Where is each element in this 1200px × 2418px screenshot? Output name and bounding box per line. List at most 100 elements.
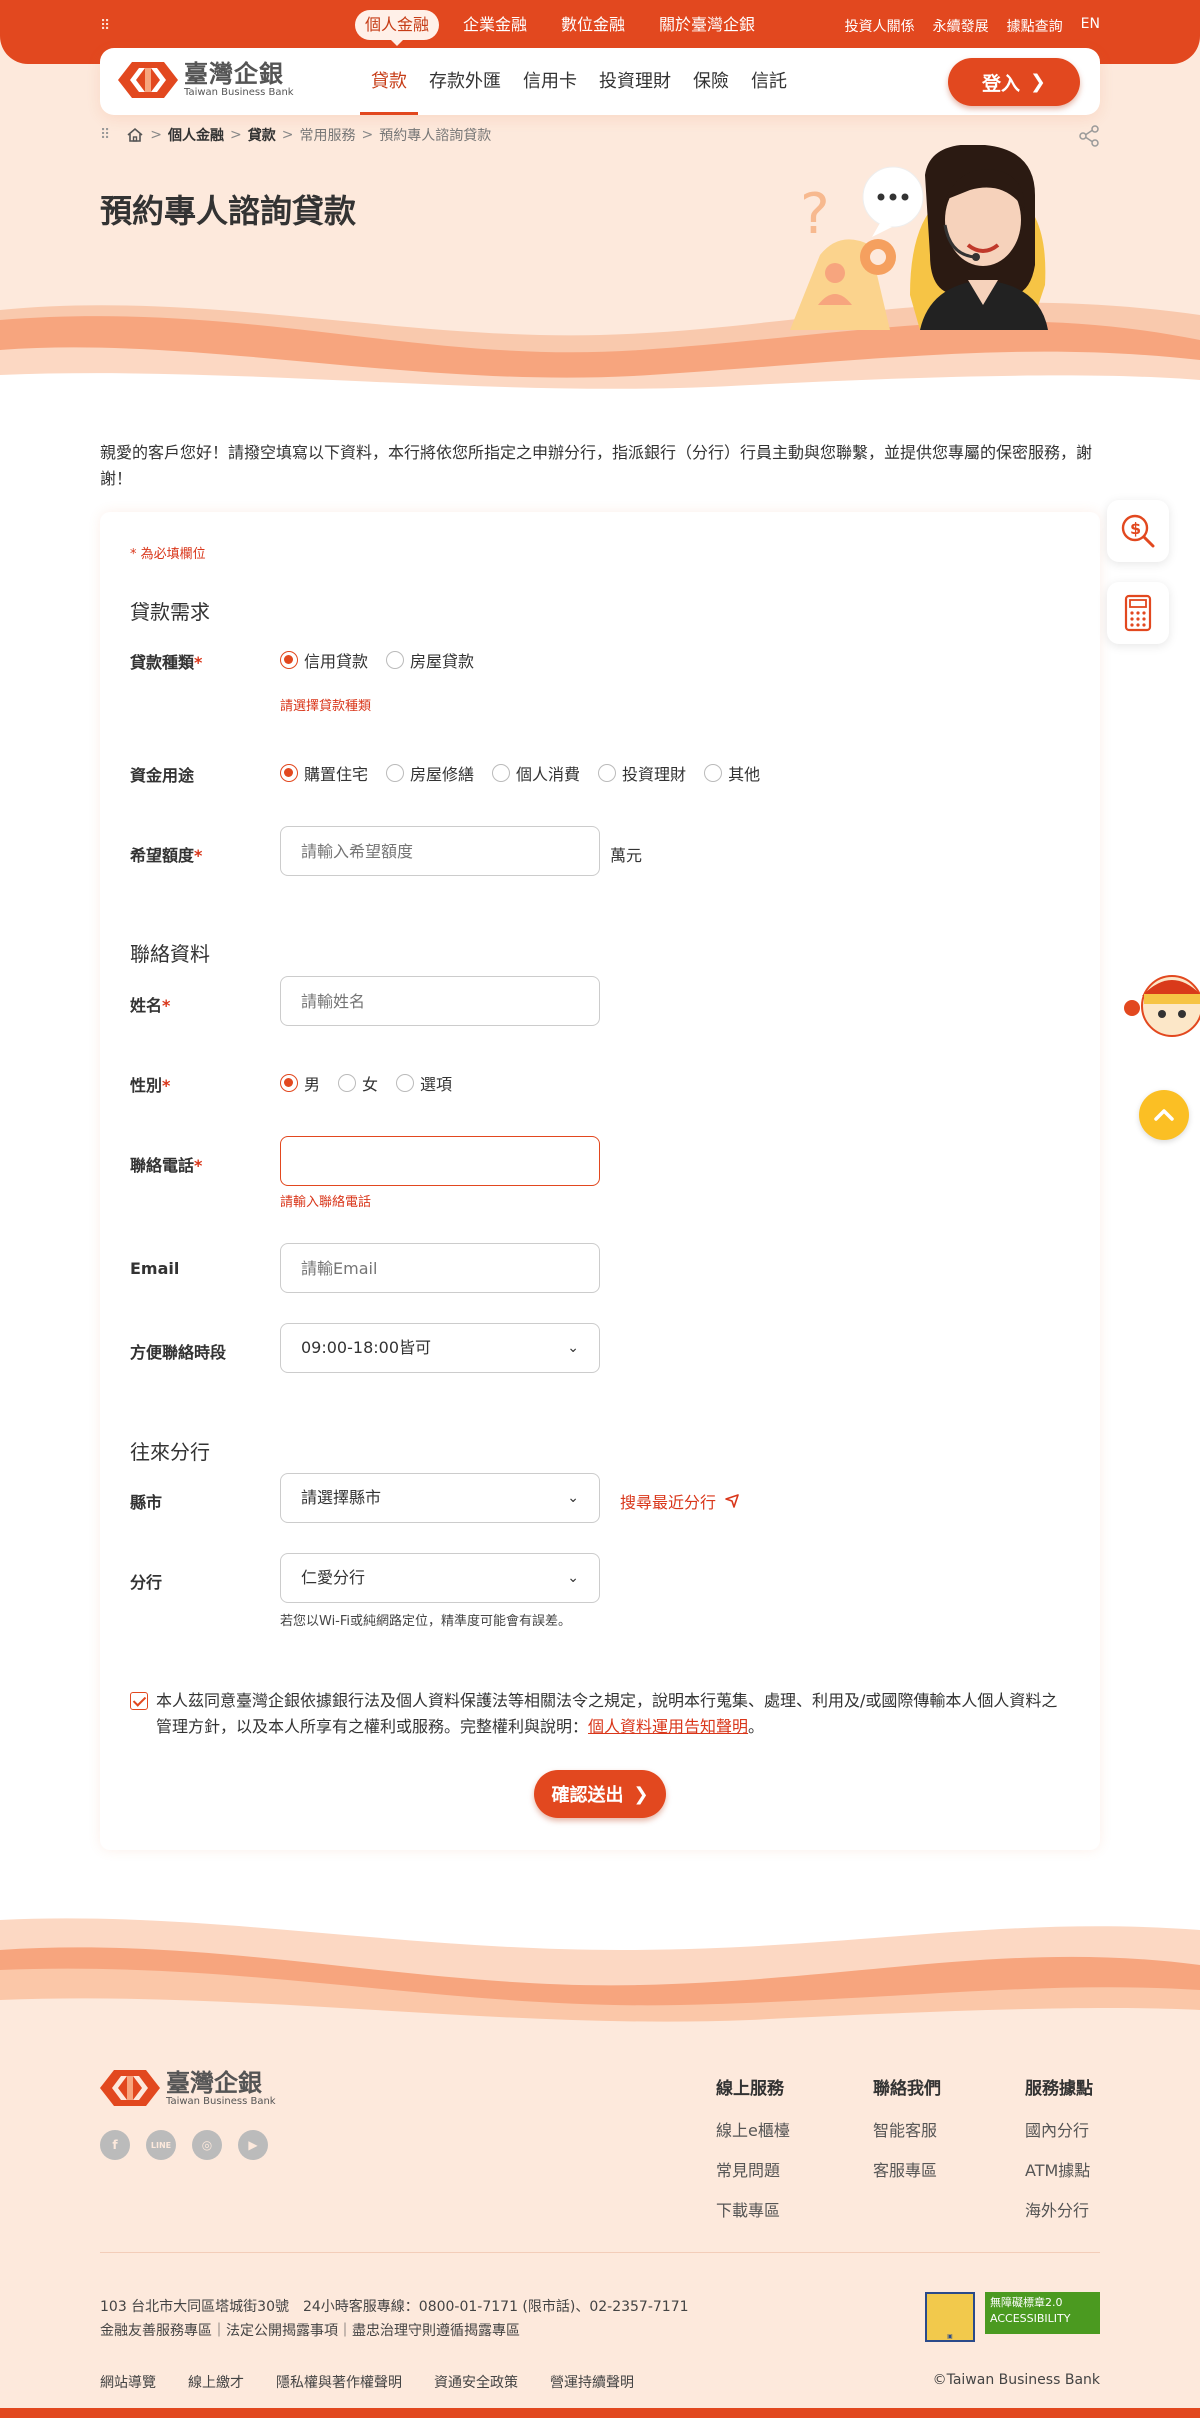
footer-logo[interactable]: 臺灣企銀 Taiwan Business Bank bbox=[100, 2068, 276, 2108]
radio-checked bbox=[280, 651, 298, 669]
instagram-icon[interactable]: ◎ bbox=[192, 2130, 222, 2160]
calculator-button[interactable] bbox=[1107, 582, 1169, 644]
footer-link-smart-service[interactable]: 智能客服 bbox=[873, 2117, 941, 2141]
brand-logo[interactable]: 臺灣企銀 Taiwan Business Bank bbox=[118, 60, 294, 100]
apps-grid-icon[interactable]: ⠿ bbox=[100, 127, 110, 143]
login-button[interactable]: 登入 ❯ bbox=[948, 58, 1080, 106]
consent-text: 本人茲同意臺灣企銀依據銀行法及個人資料保護法等相關法令之規定，說明本行蒐集、處理… bbox=[156, 1691, 1058, 1736]
find-nearest-branch-link[interactable]: 搜尋最近分行 bbox=[620, 1489, 740, 1513]
footer-link-customer-service[interactable]: 客服專區 bbox=[873, 2157, 941, 2181]
apps-grid-icon[interactable]: ⠿ bbox=[100, 18, 111, 34]
share-icon[interactable] bbox=[1078, 125, 1100, 147]
footer-link-sitemap[interactable]: 網站導覽 bbox=[100, 2372, 156, 2392]
loan-type-credit[interactable]: 信用貸款 bbox=[280, 648, 368, 672]
social-links: f LINE ◎ ▶ bbox=[100, 2130, 268, 2160]
top-link-english[interactable]: EN bbox=[1081, 16, 1100, 36]
nav-deposits[interactable]: 存款外匯 bbox=[418, 48, 512, 115]
brand-mark-icon bbox=[100, 2070, 160, 2106]
chevron-down-icon: ⌄ bbox=[567, 1490, 579, 1506]
main-header: 臺灣企銀 Taiwan Business Bank 貸款 存款外匯 信用卡 投資… bbox=[100, 48, 1100, 115]
facebook-icon[interactable]: f bbox=[100, 2130, 130, 2160]
name-input[interactable] bbox=[280, 976, 600, 1026]
footer-link-overseas[interactable]: 海外分行 bbox=[1025, 2197, 1093, 2221]
amount-input[interactable] bbox=[280, 826, 600, 876]
home-icon[interactable] bbox=[126, 127, 144, 143]
footer-link-online-pay[interactable]: 線上繳才 bbox=[188, 2372, 244, 2392]
gender-male[interactable]: 男 bbox=[280, 1071, 320, 1095]
footer-link-download[interactable]: 下載專區 bbox=[716, 2197, 790, 2221]
footer-link-privacy[interactable]: 隱私權與著作權聲明 bbox=[276, 2372, 402, 2392]
purpose-investment[interactable]: 投資理財 bbox=[598, 761, 686, 785]
breadcrumb-loans[interactable]: 貸款 bbox=[248, 125, 276, 145]
gender-radios: 男 女 選項 bbox=[280, 1071, 452, 1095]
footer-disclosure-links[interactable]: 金融友善服務專區｜法定公開揭露事項｜盡忠治理守則遵循揭露專區 bbox=[100, 2320, 520, 2340]
phone-error: 請輸入聯絡電話 bbox=[280, 1195, 372, 1210]
county-select[interactable]: 請選擇縣市 ⌄ bbox=[280, 1473, 600, 1523]
top-link-sustainability[interactable]: 永續發展 bbox=[933, 16, 989, 36]
nav-trust[interactable]: 信託 bbox=[740, 48, 798, 115]
chevron-right-icon: ❯ bbox=[633, 1783, 649, 1805]
footer-wave bbox=[0, 1910, 1200, 2030]
nav-loans[interactable]: 貸款 bbox=[360, 48, 418, 115]
brand-mark-icon bbox=[118, 62, 178, 98]
gender-female[interactable]: 女 bbox=[338, 1071, 378, 1095]
consent-checkbox[interactable] bbox=[130, 1692, 148, 1710]
brand-name-en: Taiwan Business Bank bbox=[184, 87, 294, 98]
footer-link-continuity[interactable]: 營運持續聲明 bbox=[550, 2372, 634, 2392]
mascot-chat-icon[interactable] bbox=[1124, 964, 1200, 1044]
top-nav-personal[interactable]: 個人金融 bbox=[355, 10, 440, 46]
top-nav-about[interactable]: 關於臺灣企銀 bbox=[649, 10, 765, 40]
purpose-renovation[interactable]: 房屋修繕 bbox=[386, 761, 474, 785]
loan-calculator-dollar-button[interactable]: $ bbox=[1107, 500, 1169, 562]
chevron-right-icon: ❯ bbox=[1030, 71, 1046, 93]
phone-input[interactable] bbox=[280, 1136, 600, 1186]
login-label: 登入 bbox=[982, 72, 1021, 95]
top-nav-corporate[interactable]: 企業金融 bbox=[453, 10, 537, 40]
county-label: 縣市 bbox=[130, 1493, 163, 1512]
footer-link-e-counter[interactable]: 線上e櫃檯 bbox=[716, 2117, 790, 2141]
gender-label: 性別* bbox=[130, 1076, 171, 1095]
back-to-top-button[interactable] bbox=[1139, 1090, 1189, 1140]
top-link-investor[interactable]: 投資人關係 bbox=[845, 16, 915, 36]
contact-time-select[interactable]: 09:00-18:00皆可 ⌄ bbox=[280, 1323, 600, 1373]
top-nav-digital[interactable]: 數位金融 bbox=[551, 10, 635, 40]
footer-col-online: 線上服務 線上e櫃檯 常見問題 下載專區 bbox=[716, 2079, 790, 2221]
purpose-consumption[interactable]: 個人消費 bbox=[492, 761, 580, 785]
radio-unchecked bbox=[386, 651, 405, 669]
loan-type-error: 請選擇貸款種類 bbox=[280, 699, 372, 714]
nav-insurance[interactable]: 保險 bbox=[682, 48, 740, 115]
line-icon[interactable]: LINE bbox=[146, 2130, 176, 2160]
loan-type-mortgage[interactable]: 房屋貸款 bbox=[386, 648, 474, 672]
youtube-icon[interactable]: ▶ bbox=[238, 2130, 268, 2160]
footer-link-domestic[interactable]: 國內分行 bbox=[1025, 2117, 1093, 2141]
footer-link-faq[interactable]: 常見問題 bbox=[716, 2157, 790, 2181]
purpose-buy-house[interactable]: 購置住宅 bbox=[280, 761, 368, 785]
bottom-strip bbox=[0, 2408, 1200, 2418]
section-contact: 聯絡資料 bbox=[130, 942, 210, 966]
loan-type-radios: 信用貸款 房屋貸款 bbox=[280, 648, 474, 672]
submit-button[interactable]: 確認送出 ❯ bbox=[534, 1770, 666, 1818]
purpose-other[interactable]: 其他 bbox=[704, 761, 760, 785]
consultation-form: * 為必填欄位 貸款需求 貸款種類* 信用貸款 房屋貸款 請選擇貸款種類 資金用… bbox=[100, 512, 1100, 1850]
contact-time-label: 方便聯絡時段 bbox=[130, 1343, 227, 1362]
breadcrumb-common[interactable]: 常用服務 bbox=[299, 125, 355, 145]
copyright: ©Taiwan Business Bank bbox=[932, 2372, 1100, 2388]
email-input[interactable] bbox=[280, 1243, 600, 1293]
gender-option[interactable]: 選項 bbox=[396, 1071, 452, 1095]
breadcrumb-personal[interactable]: 個人金融 bbox=[168, 125, 224, 145]
footer-link-atm[interactable]: ATM據點 bbox=[1025, 2157, 1093, 2181]
section-loan-needs: 貸款需求 bbox=[130, 600, 210, 624]
branch-select[interactable]: 仁愛分行 ⌄ bbox=[280, 1553, 600, 1603]
footer-badges: ▣ 無障礙標章2.0 ACCESSIBILITY bbox=[925, 2292, 1100, 2342]
top-link-locations[interactable]: 據點查詢 bbox=[1007, 16, 1063, 36]
chevron-down-icon: ⌄ bbox=[567, 1570, 579, 1586]
nav-investment[interactable]: 投資理財 bbox=[588, 48, 682, 115]
privacy-notice-link[interactable]: 個人資料運用告知聲明 bbox=[588, 1717, 748, 1736]
svg-text:?: ? bbox=[800, 182, 830, 247]
email-label: Email bbox=[130, 1259, 180, 1278]
amount-label: 希望額度* bbox=[130, 846, 203, 865]
loan-type-label: 貸款種類* bbox=[130, 653, 203, 672]
accessibility-badge[interactable]: 無障礙標章2.0 ACCESSIBILITY bbox=[985, 2292, 1100, 2334]
footer-link-security[interactable]: 資通安全政策 bbox=[434, 2372, 518, 2392]
nav-credit-card[interactable]: 信用卡 bbox=[512, 48, 588, 115]
